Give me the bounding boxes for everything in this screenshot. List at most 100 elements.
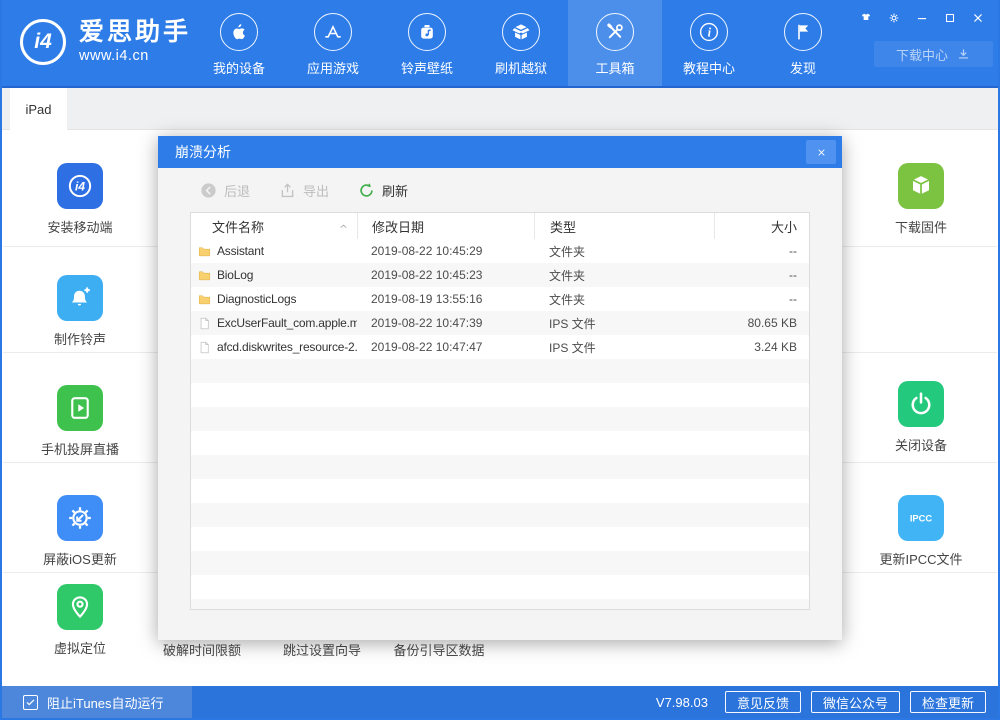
tool-label: 手机投屏直播 (41, 439, 119, 458)
column-header-filename[interactable]: 文件名称 (191, 213, 357, 239)
tool-install-mobile[interactable]: 安装移动端 (15, 163, 145, 236)
dialog-titlebar[interactable]: 崩溃分析 (158, 136, 842, 168)
file-table-header: 文件名称 修改日期 类型 大小 (191, 213, 809, 240)
nav-item-my-devices[interactable]: 我的设备 (192, 0, 286, 86)
nav-item-toolbox[interactable]: 工具箱 (568, 0, 662, 86)
nav-item-label: 教程中心 (683, 58, 735, 77)
file-size-cell: -- (714, 292, 809, 306)
ipcc-icon (898, 495, 944, 541)
file-name-cell: BioLog (191, 268, 357, 283)
maximize-icon (943, 11, 957, 25)
tool-make-ringtone[interactable]: 制作铃声 (15, 275, 145, 348)
app-logo: i4 爱思助手 www.i4.cn (20, 19, 191, 65)
block-update-icon (64, 502, 96, 534)
crash-analysis-dialog: 崩溃分析 后退 导出 刷新 文件名称 修改 (158, 136, 842, 640)
sort-ascending-icon (338, 221, 349, 232)
app-url: www.i4.cn (79, 48, 191, 64)
close-button[interactable] (965, 8, 990, 28)
file-type-cell: IPS 文件 (534, 315, 714, 332)
tool-power-off-device[interactable]: 关闭设备 (856, 381, 986, 454)
back-label: 后退 (224, 181, 250, 200)
refresh-button[interactable]: 刷新 (357, 181, 408, 200)
apple-icon (220, 13, 258, 51)
app-header: i4 爱思助手 www.i4.cn 我的设备应用游戏铃声壁纸 刷机越狱 工具箱 教程中… (2, 0, 998, 88)
tool-label: 更新IPCC文件 (879, 549, 962, 568)
export-label: 导出 (303, 181, 329, 200)
file-name: ExcUserFault_com.apple.m... (217, 316, 357, 330)
screen-cast-icon (64, 392, 96, 424)
check-update-button[interactable]: 检查更新 (910, 691, 986, 713)
nav-item-app-games[interactable]: 应用游戏 (286, 0, 380, 86)
main-nav: 我的设备应用游戏铃声壁纸 刷机越狱 工具箱 教程中心 发现 (192, 0, 850, 86)
tool-download-firmware[interactable]: 下载固件 (856, 163, 986, 236)
nav-item-tutorials[interactable]: 教程中心 (662, 0, 756, 86)
appstore-icon (321, 20, 345, 44)
toolbox-icon (603, 20, 627, 44)
file-type-cell: IPS 文件 (534, 339, 714, 356)
minimize-icon (915, 11, 929, 25)
settings-button[interactable] (881, 8, 906, 28)
power-icon (905, 388, 937, 420)
app-window: i4 爱思助手 www.i4.cn 我的设备应用游戏铃声壁纸 刷机越狱 工具箱 教程中… (0, 0, 1000, 720)
dialog-close-button[interactable] (806, 140, 836, 164)
file-size-cell: -- (714, 244, 809, 258)
nav-item-label: 铃声壁纸 (401, 58, 453, 77)
feedback-button[interactable]: 意见反馈 (725, 691, 801, 713)
tab-ipad[interactable]: iPad (10, 88, 67, 130)
tool-label: 安装移动端 (47, 217, 112, 236)
ringtone-icon (408, 13, 446, 51)
back-button[interactable]: 后退 (199, 181, 250, 200)
nav-item-label: 发现 (790, 58, 816, 77)
nav-item-label: 刷机越狱 (495, 58, 547, 77)
table-row[interactable]: Assistant2019-08-22 10:45:29文件夹-- (191, 239, 809, 263)
tool-label: 下载固件 (895, 217, 947, 236)
discover-flag-icon (791, 20, 815, 44)
tab-label: iPad (25, 102, 51, 117)
nav-item-flash-jailbreak[interactable]: 刷机越狱 (474, 0, 568, 86)
nav-item-discover[interactable]: 发现 (756, 0, 850, 86)
minimize-button[interactable] (909, 8, 934, 28)
firmware-cube-icon (905, 170, 937, 202)
version-label: V7.98.03 (656, 695, 708, 710)
appstore-icon (314, 13, 352, 51)
file-type-cell: 文件夹 (534, 267, 714, 284)
status-bar: 阻止iTunes自动运行 V7.98.03 意见反馈微信公众号检查更新 (2, 686, 998, 718)
file-name: Assistant (217, 244, 264, 258)
wechat-official-button[interactable]: 微信公众号 (811, 691, 900, 713)
toolbox-icon (596, 13, 634, 51)
export-icon (278, 181, 297, 200)
nav-item-label: 工具箱 (595, 58, 634, 77)
ringtone-icon (415, 20, 439, 44)
column-header-type[interactable]: 类型 (534, 213, 714, 239)
tool-screen-mirror[interactable]: 手机投屏直播 (15, 385, 145, 458)
check-icon (25, 697, 36, 708)
table-row[interactable]: DiagnosticLogs2019-08-19 13:55:16文件夹-- (191, 287, 809, 311)
nav-item-ringtones-wallpaper[interactable]: 铃声壁纸 (380, 0, 474, 86)
checkbox-checked[interactable] (23, 695, 38, 710)
bell-plus-icon (64, 282, 96, 314)
discover-flag-icon (784, 13, 822, 51)
table-row[interactable]: BioLog2019-08-22 10:45:23文件夹-- (191, 263, 809, 287)
maximize-button[interactable] (937, 8, 962, 28)
tool-block-ios-update[interactable]: 屏蔽iOS更新 (15, 495, 145, 568)
tool-update-ipcc[interactable]: 更新IPCC文件 (856, 495, 986, 568)
ipcc-icon (905, 502, 937, 534)
tool-label: 虚拟定位 (54, 638, 106, 657)
app-title: 爱思助手 (79, 20, 191, 45)
file-table: 文件名称 修改日期 类型 大小 Assistant2019-08-22 10:4… (190, 212, 810, 610)
tool-label-partial[interactable]: 备份引导区数据 (359, 640, 519, 659)
block-itunes-checkbox-row[interactable]: 阻止iTunes自动运行 (2, 686, 192, 718)
jailbreak-icon (502, 13, 540, 51)
column-header-size[interactable]: 大小 (714, 213, 809, 239)
download-center-button[interactable]: 下载中心 (874, 41, 993, 67)
tool-label: 屏蔽iOS更新 (43, 549, 117, 568)
tool-label: 关闭设备 (895, 435, 947, 454)
folder-icon (197, 292, 212, 307)
close-icon (816, 147, 827, 158)
file-size-cell: -- (714, 268, 809, 282)
table-row[interactable]: ExcUserFault_com.apple.m...2019-08-22 10… (191, 311, 809, 335)
table-row[interactable]: afcd.diskwrites_resource-2...2019-08-22 … (191, 335, 809, 359)
theme-button[interactable] (853, 8, 878, 28)
export-button[interactable]: 导出 (278, 181, 329, 200)
column-header-modified[interactable]: 修改日期 (357, 213, 534, 239)
